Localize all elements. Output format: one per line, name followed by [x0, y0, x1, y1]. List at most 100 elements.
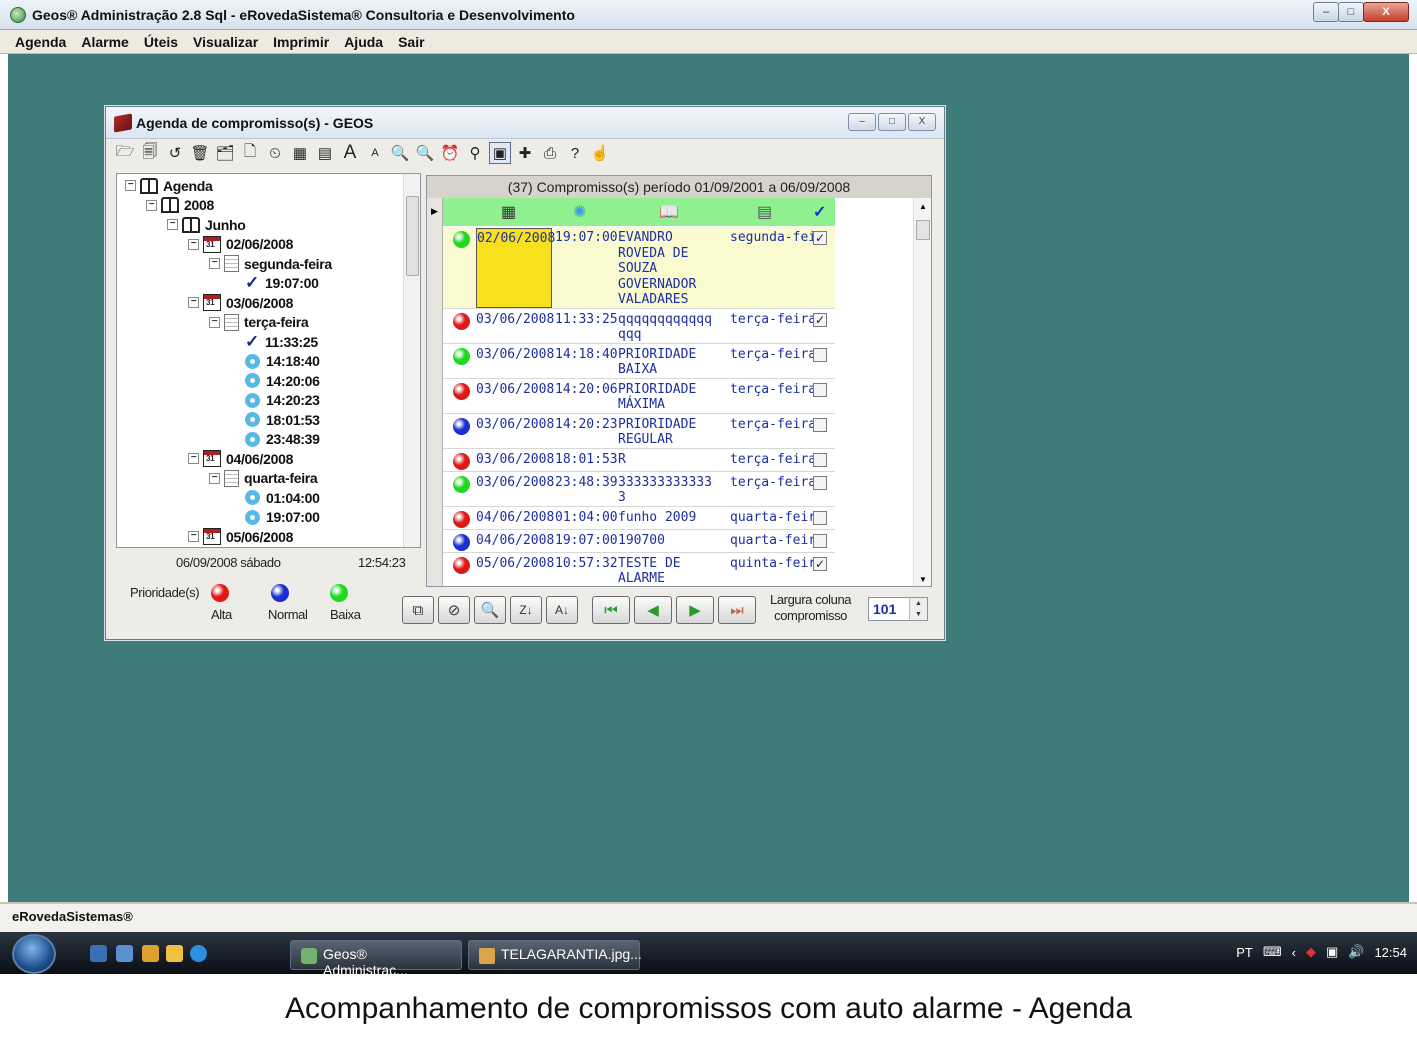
clock-icon[interactable]: ⏲	[264, 142, 286, 164]
child-close-button[interactable]: X	[908, 113, 936, 131]
tree-scroll-thumb[interactable]	[406, 196, 419, 276]
child-maximize-button[interactable]: □	[878, 113, 906, 131]
tree-node[interactable]: ✓ 11:33:25	[230, 332, 318, 351]
collapse-icon[interactable]: −	[125, 180, 136, 191]
table-row[interactable]: 04/06/2008 19:07:00 190700 quarta-feira	[443, 530, 835, 553]
start-button[interactable]	[12, 934, 56, 974]
appointments-grid[interactable]: (37) Compromisso(s) período 01/09/2001 a…	[426, 175, 932, 587]
done-checkbox[interactable]	[813, 533, 827, 548]
keyboard-icon[interactable]: ⌨	[1263, 944, 1282, 960]
tree-node[interactable]: − 05/06/2008	[188, 527, 293, 546]
agenda-tray-icon[interactable]: ◆	[1306, 944, 1316, 960]
calendar-icon[interactable]: ▤	[314, 142, 336, 164]
table-row[interactable]: 03/06/2008 18:01:53 Rterça-feira	[443, 449, 835, 472]
delete-icon[interactable]: 🗑	[189, 142, 211, 164]
collapse-icon[interactable]: −	[188, 238, 199, 250]
menu-sair[interactable]: Sair	[398, 34, 424, 50]
tree-node[interactable]: − Junho	[167, 215, 246, 234]
collapse-icon[interactable]: −	[146, 199, 157, 211]
alarm-icon[interactable]: ⏰	[439, 142, 461, 164]
menu-alarme[interactable]: Alarme	[81, 34, 128, 50]
table-row[interactable]: 03/06/2008 14:20:06 PRIORIDADE MÁXIMA terça-…	[443, 379, 835, 414]
network-icon[interactable]: ▣	[1326, 944, 1338, 960]
tree-node[interactable]: 01:04:00	[230, 488, 320, 507]
column-width-value[interactable]: 101	[873, 601, 896, 617]
table-row[interactable]: 04/06/2008 01:04:00 funho 2009 quarta-feira	[443, 507, 835, 530]
minimize-button[interactable]: –	[1313, 2, 1339, 22]
help-icon[interactable]: ?	[564, 142, 586, 164]
messenger-icon[interactable]	[166, 945, 183, 962]
menu-visualizar[interactable]: Visualizar	[193, 34, 258, 50]
record-icon[interactable]: ▣	[489, 142, 511, 164]
new-page-icon[interactable]: 🗋	[239, 142, 261, 164]
menu-imprimir[interactable]: Imprimir	[273, 34, 329, 50]
font-smaller-icon[interactable]: A	[364, 142, 386, 164]
collapse-icon[interactable]: −	[209, 472, 220, 484]
taskbar-item-image[interactable]: TELAGARANTIA.jpg...	[468, 940, 642, 970]
child-minimize-button[interactable]: –	[848, 113, 876, 131]
zoom-out-icon[interactable]: 🔍	[389, 142, 411, 164]
maximize-button[interactable]: □	[1338, 2, 1364, 22]
tree-node[interactable]: − 02/06/2008	[188, 235, 293, 254]
collapse-icon[interactable]: −	[188, 297, 199, 308]
compass-icon[interactable]: ⊘	[438, 596, 470, 624]
col-done-check-icon[interactable]: ✓	[813, 202, 826, 222]
done-checkbox[interactable]	[813, 475, 827, 490]
menu-agenda[interactable]: Agenda	[15, 34, 66, 50]
zoom-in-icon[interactable]: 🔍	[414, 142, 436, 164]
language-indicator[interactable]: PT	[1236, 945, 1253, 960]
tree-node[interactable]: − 03/06/2008	[188, 293, 293, 312]
collapse-icon[interactable]: −	[209, 258, 220, 269]
volume-icon[interactable]: 🔊	[1348, 944, 1364, 960]
next-icon[interactable]: ▶	[676, 596, 714, 624]
collapse-icon[interactable]: −	[188, 531, 199, 542]
grid-scroll-thumb[interactable]	[916, 220, 930, 240]
table-row[interactable]: 03/06/2008 23:48:39 333333333333 3 terça-fei…	[443, 472, 835, 507]
tree-icon[interactable]: ⚲	[464, 142, 486, 164]
media-icon[interactable]	[142, 945, 159, 962]
done-checkbox[interactable]	[813, 510, 827, 525]
font-larger-icon[interactable]: A	[339, 142, 361, 164]
tree-node[interactable]: 14:20:06	[230, 371, 320, 390]
menu-ajuda[interactable]: Ajuda	[344, 34, 383, 50]
grid-scrollbar[interactable]: ▲ ▼	[913, 198, 931, 586]
show-desktop-icon[interactable]	[90, 945, 107, 962]
tree-node[interactable]: − Agenda	[125, 176, 213, 195]
close-button[interactable]: X	[1363, 2, 1409, 22]
table-row[interactable]: 03/06/2008 14:18:40 PRIORIDADE BAIXA terça-f…	[443, 344, 835, 379]
chevron-left-icon[interactable]: ‹	[1292, 945, 1296, 960]
collapse-icon[interactable]: −	[188, 453, 199, 464]
scroll-up-icon[interactable]: ▲	[919, 202, 927, 211]
sort-za-icon[interactable]: Z↓	[510, 596, 542, 624]
spinner-arrows-icon[interactable]: ▲ ▼	[909, 598, 927, 620]
sort-az-icon[interactable]: A↓	[546, 596, 578, 624]
last-icon[interactable]: ⏭	[718, 596, 756, 624]
done-checkbox[interactable]	[813, 452, 827, 467]
col-desc-book-icon[interactable]: 📖	[659, 202, 679, 222]
tree-node[interactable]: − quarta-feira	[209, 469, 318, 488]
tree-node[interactable]: 18:01:53	[230, 410, 320, 429]
calculator-icon[interactable]: ▦	[289, 142, 311, 164]
new-window-icon[interactable]: ⧉	[402, 596, 434, 624]
tree-node[interactable]: − 2008	[146, 196, 214, 215]
table-row[interactable]: 03/06/2008 14:20:23 PRIORIDADE REGULAR terça…	[443, 414, 835, 449]
save-icon[interactable]: 🗐	[139, 142, 161, 164]
remove-alarm-icon[interactable]: ✚	[514, 142, 536, 164]
undo-icon[interactable]: ↺	[164, 142, 186, 164]
done-checkbox[interactable]	[813, 382, 827, 397]
open-icon[interactable]: 🗁	[114, 142, 136, 164]
table-row[interactable]: 02/06/2008 19:07:00 EVANDRO ROVEDA DE SOUZA G…	[443, 227, 835, 309]
column-width-spinner[interactable]: 101 ▲ ▼	[868, 597, 928, 621]
collapse-icon[interactable]: −	[167, 219, 178, 230]
tree-scrollbar[interactable]	[403, 174, 420, 547]
tray-clock[interactable]: 12:54	[1374, 945, 1407, 960]
menu-uteis[interactable]: Úteis	[144, 34, 178, 50]
tree-node[interactable]: 23:48:39	[230, 430, 320, 449]
agenda-tree[interactable]: −Agenda−2008−Junho−02/06/2008−segunda-fe…	[116, 173, 421, 548]
taskbar-item-geos[interactable]: Geos® Administraç...	[290, 940, 462, 978]
tree-node[interactable]: − terça-feira	[209, 313, 309, 332]
table-row[interactable]: 05/06/2008 10:57:32 TESTE DE ALARME quinta-f…	[443, 553, 835, 586]
col-time-alarm-icon[interactable]: ✺	[573, 202, 586, 222]
tree-node[interactable]: − 04/06/2008	[188, 449, 293, 468]
tree-node[interactable]: 19:07:00	[230, 508, 320, 527]
